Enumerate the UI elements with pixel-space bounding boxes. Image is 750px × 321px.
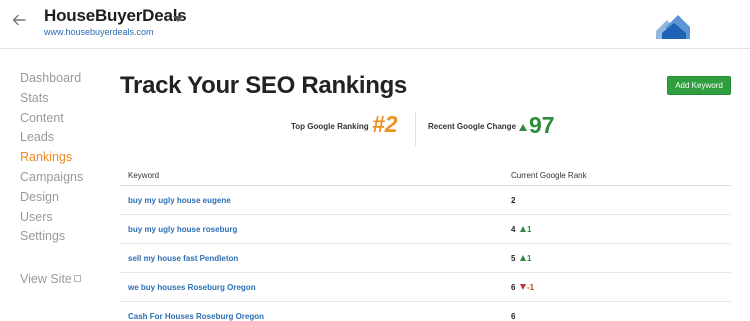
sidebar-item-design[interactable]: Design: [20, 189, 110, 209]
sidebar-item-stats[interactable]: Stats: [20, 90, 110, 110]
top-header: HouseBuyerDeals www.housebuyerdeals.com: [0, 0, 750, 49]
table-row: Cash For Houses Roseburg Oregon 6: [120, 302, 731, 321]
stats-divider: [415, 112, 416, 146]
top-ranking-value: #2: [372, 111, 398, 137]
site-url[interactable]: www.housebuyerdeals.com: [44, 27, 154, 37]
column-header-rank[interactable]: Current Google Rank: [511, 171, 587, 180]
rank-change: -1: [520, 283, 534, 292]
site-title: HouseBuyerDeals: [44, 6, 187, 25]
up-arrow-icon: [520, 255, 526, 261]
sidebar-item-dashboard[interactable]: Dashboard: [20, 70, 110, 90]
rank-change-value: 1: [527, 254, 532, 263]
table-row: buy my ugly house eugene 2: [120, 186, 731, 215]
up-arrow-icon: [519, 124, 527, 131]
rank-value: 6: [511, 283, 516, 292]
page-title: Track Your SEO Rankings: [120, 72, 407, 99]
chevron-down-icon[interactable]: [173, 16, 183, 22]
view-site-label: View Site: [20, 272, 72, 286]
down-arrow-icon: [520, 284, 526, 290]
external-link-icon: [73, 275, 81, 282]
rank-value: 6: [511, 312, 516, 321]
sidebar-item-users[interactable]: Users: [20, 209, 110, 229]
rank-value: 5: [511, 254, 516, 263]
houses-logo-icon: [656, 15, 690, 39]
table-row: we buy houses Roseburg Oregon 6 -1: [120, 273, 731, 302]
sidebar-item-content[interactable]: Content: [20, 110, 110, 130]
keyword-link[interactable]: we buy houses Roseburg Oregon: [128, 283, 256, 292]
rankings-table: Keyword Current Google Rank buy my ugly …: [120, 167, 731, 321]
sidebar-item-campaigns[interactable]: Campaigns: [20, 169, 110, 189]
keyword-link[interactable]: Cash For Houses Roseburg Oregon: [128, 312, 264, 321]
arrow-left-icon[interactable]: [11, 12, 27, 28]
table-header: Keyword Current Google Rank: [120, 167, 731, 186]
table-row: sell my house fast Pendleton 5 1: [120, 244, 731, 273]
rank-change: 1: [520, 254, 531, 263]
sidebar-nav: Dashboard Stats Content Leads Rankings C…: [20, 70, 110, 248]
column-header-keyword[interactable]: Keyword: [128, 171, 159, 180]
rank-change: 1: [520, 225, 531, 234]
add-keyword-button[interactable]: Add Keyword: [667, 76, 731, 95]
keyword-link[interactable]: buy my ugly house eugene: [128, 196, 231, 205]
recent-change-value: 97: [529, 112, 555, 138]
keyword-link[interactable]: buy my ugly house roseburg: [128, 225, 237, 234]
rank-value: 4: [511, 225, 516, 234]
recent-change-label: Recent Google Change: [428, 122, 517, 131]
up-arrow-icon: [520, 226, 526, 232]
keyword-link[interactable]: sell my house fast Pendleton: [128, 254, 238, 263]
view-site-link[interactable]: View Site: [20, 272, 81, 286]
sidebar-item-settings[interactable]: Settings: [20, 228, 110, 248]
sidebar-item-rankings[interactable]: Rankings: [20, 149, 110, 169]
rank-change-value: 1: [527, 225, 532, 234]
table-row: buy my ugly house roseburg 4 1: [120, 215, 731, 244]
rank-value: 2: [511, 196, 516, 205]
rank-change-value: -1: [527, 283, 535, 292]
sidebar-item-leads[interactable]: Leads: [20, 129, 110, 149]
top-ranking-label: Top Google Ranking: [291, 122, 369, 131]
